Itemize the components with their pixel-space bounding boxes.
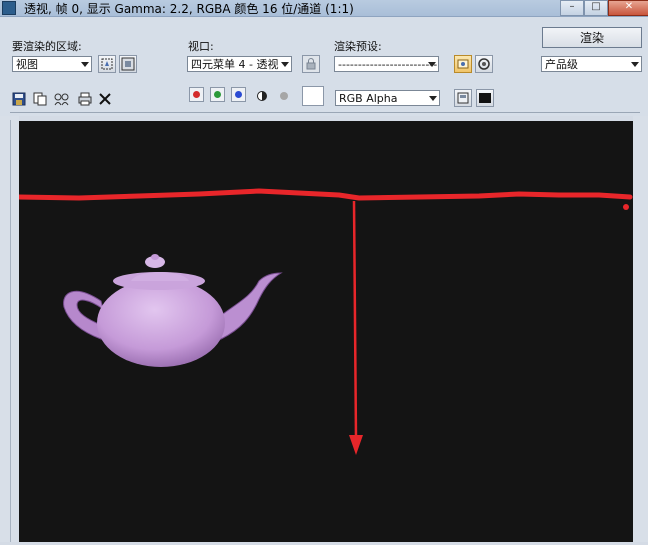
clone-icon[interactable] [54,92,70,106]
area-crop-button[interactable] [119,55,137,73]
display-mode-icon [479,93,491,103]
blue-channel-icon [235,91,242,98]
rendered-frame[interactable] [14,121,633,542]
red-channel-icon [193,91,200,98]
environment-icon [457,59,469,69]
quality-dropdown-value: 产品级 [545,58,578,71]
app-icon [2,1,16,15]
green-channel-button[interactable] [210,87,225,102]
red-channel-button[interactable] [189,87,204,102]
environment-button[interactable] [454,55,472,73]
chevron-down-icon [81,62,89,67]
lock-icon [306,58,316,70]
area-region-button[interactable] [98,55,116,73]
area-dropdown-value: 视图 [16,58,38,71]
chevron-down-icon [281,62,289,67]
color-swatch[interactable] [302,86,324,106]
teapot-model [63,254,283,367]
viewport-label: 视口: [188,40,214,53]
viewport-dropdown[interactable]: 四元菜单 4 - 透视 [187,56,292,72]
lock-viewport-button[interactable] [302,55,320,73]
area-crop-icon [121,57,135,71]
channel-dropdown-value: RGB Alpha [339,92,398,105]
quality-dropdown[interactable]: 产品级 [541,56,642,72]
maximize-button[interactable]: □ [584,0,608,16]
left-gutter-divider [10,120,11,542]
display-mode-button[interactable] [476,89,494,107]
monochrome-icon[interactable] [256,90,268,102]
window-titlebar: 透视, 帧 0, 显示 Gamma: 2.2, RGBA 颜色 16 位/通道 … [0,0,648,17]
copy-icon[interactable] [33,92,47,106]
toggle-ui-icon [457,92,469,104]
preset-label: 渲染预设: [334,40,382,53]
chevron-down-icon [428,62,436,67]
rendered-image [14,188,633,455]
area-dropdown[interactable]: 视图 [12,56,92,72]
chevron-down-icon [631,62,639,67]
preset-dropdown-value: ------------------------- [338,58,438,71]
green-channel-icon [214,91,221,98]
clear-icon[interactable] [98,92,112,106]
window-title: 透视, 帧 0, 显示 Gamma: 2.2, RGBA 颜色 16 位/通道 … [24,2,354,16]
alpha-icon[interactable] [278,90,290,102]
minimize-button[interactable]: – [560,0,584,16]
area-region-icon [101,58,113,70]
print-icon[interactable] [77,92,93,106]
save-icon[interactable] [12,92,26,106]
chevron-down-icon [429,96,437,101]
area-label: 要渲染的区域: [12,40,82,53]
close-button[interactable]: ✕ [608,0,648,16]
viewport-dropdown-value: 四元菜单 4 - 透视 [191,58,279,71]
toolbar-divider [10,112,640,113]
camera-button[interactable] [475,55,493,73]
right-gutter [633,116,648,542]
camera-icon [478,58,490,70]
toggle-ui-button[interactable] [454,89,472,107]
render-button[interactable]: 渲染 [542,27,642,48]
channel-dropdown[interactable]: RGB Alpha [335,90,440,106]
preset-dropdown[interactable]: ------------------------- [334,56,439,72]
blue-channel-button[interactable] [231,87,246,102]
